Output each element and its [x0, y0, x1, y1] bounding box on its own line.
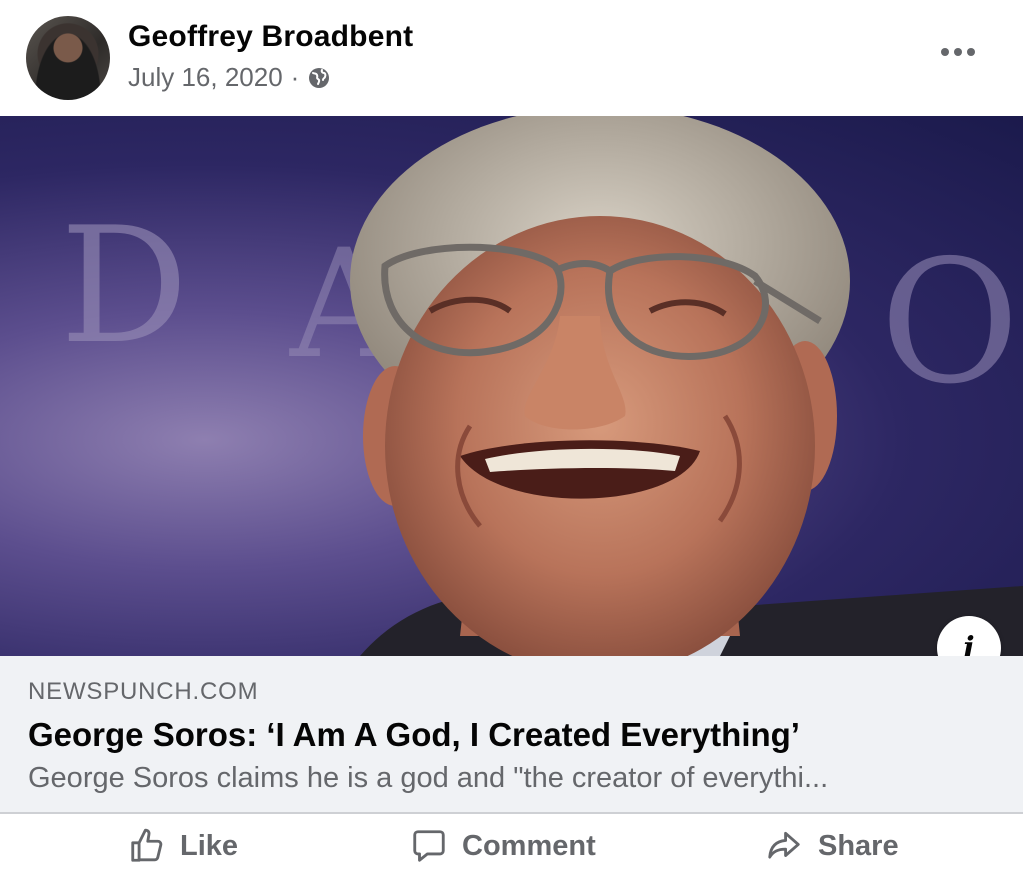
comment-icon [413, 830, 445, 862]
post-actions-bar: Like Comment Share [0, 814, 1023, 880]
share-arrow-icon [768, 831, 800, 859]
backdrop-letter-o: O [880, 224, 1019, 422]
more-options-icon[interactable] [941, 42, 977, 62]
link-preview-card[interactable]: NEWSPUNCH.COM George Soros: ‘I Am A God,… [0, 656, 1023, 814]
link-headline[interactable]: George Soros: ‘I Am A God, I Created Eve… [28, 716, 800, 754]
post-date[interactable]: July 16, 2020 [128, 62, 283, 93]
comment-button[interactable]: Comment [410, 826, 596, 866]
post-header: Geoffrey Broadbent July 16, 2020 · [0, 0, 1023, 116]
author-name[interactable]: Geoffrey Broadbent [128, 20, 413, 54]
globe-icon[interactable] [307, 66, 331, 90]
thumbs-up-icon [131, 828, 163, 862]
meta-separator: · [290, 62, 300, 92]
backdrop-letter-d: D [60, 192, 188, 379]
share-button[interactable]: Share [764, 826, 899, 866]
link-domain: NEWSPUNCH.COM [28, 678, 259, 705]
post-meta: July 16, 2020 · [128, 62, 331, 93]
link-preview-image[interactable]: D A O [0, 116, 1023, 656]
comment-label: Comment [462, 829, 596, 862]
author-avatar[interactable] [26, 16, 110, 100]
share-label: Share [818, 829, 899, 862]
link-description: George Soros claims he is a god and "the… [28, 762, 829, 794]
like-label: Like [180, 829, 239, 862]
like-button[interactable]: Like [128, 826, 238, 866]
